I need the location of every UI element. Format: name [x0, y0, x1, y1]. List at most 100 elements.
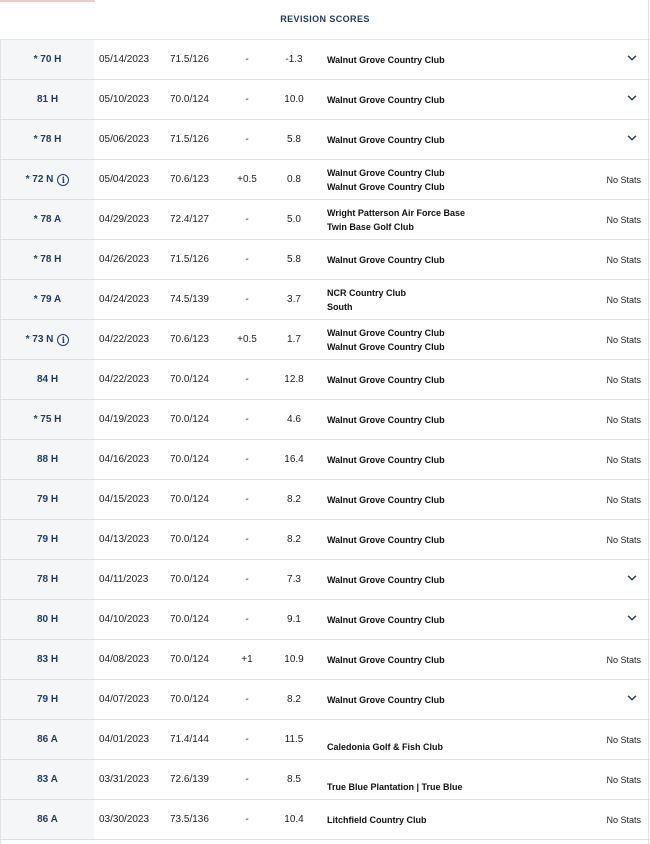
- score-cell[interactable]: 79 H: [1, 480, 94, 519]
- table-row[interactable]: * 70 H 05/14/2023 71.5/126 - -1.3 Walnut Grov…: [0, 40, 650, 80]
- score-cell[interactable]: 83 H: [1, 640, 94, 679]
- table-row[interactable]: 83 H 04/08/2023 70.0/124 +1 10.9 Walnut Grove…: [0, 640, 650, 680]
- table-row[interactable]: 86 A 04/01/2023 71.4/144 - 11.5 Caledonia Gol…: [0, 720, 650, 760]
- score-value[interactable]: * 78 A: [34, 214, 61, 225]
- table-row[interactable]: 79 H 04/15/2023 70.0/124 - 8.2 Walnut Grove C…: [0, 480, 650, 520]
- table-row[interactable]: * 78 A 04/29/2023 72.4/127 - 5.0 Wright Patte…: [0, 200, 650, 240]
- table-row[interactable]: * 72 Ni 05/04/2023 70.6/123 +0.5 0.8 Walnut G…: [0, 160, 650, 200]
- pcc-adjustment: -: [245, 734, 249, 745]
- score-differential: 8.2: [287, 494, 301, 505]
- course-name: Walnut Grove Country Club: [327, 40, 445, 79]
- course-rating-slope: 70.6/123: [170, 334, 209, 345]
- score-value[interactable]: 79 H: [37, 534, 58, 545]
- score-value[interactable]: * 70 H: [34, 54, 62, 65]
- stats-label: No Stats: [606, 294, 641, 305]
- stats-label: No Stats: [606, 254, 641, 265]
- pcc-adjustment: -: [245, 54, 249, 65]
- stats-label: No Stats: [606, 534, 641, 545]
- table-row[interactable]: * 78 H 05/06/2023 71.5/126 - 5.8 Walnut Grove…: [0, 120, 650, 160]
- course-name: Caledonia Golf & Fish Club: [327, 720, 443, 759]
- table-row[interactable]: 84 H 04/22/2023 70.0/124 - 12.8 Walnut Grove …: [0, 360, 650, 400]
- table-row[interactable]: 79 H 04/13/2023 70.0/124 - 8.2 Walnut Grove C…: [0, 520, 650, 560]
- info-circle-icon[interactable]: i: [57, 333, 70, 346]
- chevron-down-icon[interactable]: [627, 573, 637, 583]
- score-cell[interactable]: 86 A: [1, 800, 94, 839]
- stats-label: No Stats: [606, 374, 641, 385]
- score-value[interactable]: 83 A: [37, 774, 58, 785]
- score-value[interactable]: * 79 A: [34, 294, 61, 305]
- pcc-adjustment: -: [245, 214, 249, 225]
- stats-label: No Stats: [606, 454, 641, 465]
- score-value[interactable]: 83 H: [37, 654, 58, 665]
- table-row[interactable]: 78 H 04/11/2023 70.0/124 - 7.3 Walnut Grove C…: [0, 560, 650, 600]
- score-cell[interactable]: 84 H: [1, 360, 94, 399]
- table-row[interactable]: 86 A 03/30/2023 73.5/136 - 10.4 Litchfield Co…: [0, 800, 650, 840]
- chevron-down-icon[interactable]: [627, 53, 637, 63]
- score-value[interactable]: 79 H: [37, 494, 58, 505]
- score-cell[interactable]: 79 H: [1, 520, 94, 559]
- score-value[interactable]: * 72 N: [26, 174, 54, 185]
- score-value[interactable]: 81 H: [37, 94, 58, 105]
- score-cell[interactable]: * 72 Ni: [1, 160, 94, 199]
- course-name: NCR Country Club South: [327, 280, 406, 319]
- chevron-down-icon[interactable]: [627, 93, 637, 103]
- score-cell[interactable]: * 75 H: [1, 400, 94, 439]
- table-row[interactable]: * 73 Ni 04/22/2023 70.6/123 +0.5 1.7 Walnut G…: [0, 320, 650, 360]
- score-cell[interactable]: 83 A: [1, 760, 94, 799]
- course-line: Walnut Grove Country Club: [327, 414, 445, 425]
- table-row[interactable]: 81 H 05/10/2023 70.0/124 - 10.0 Walnut Grove …: [0, 80, 650, 120]
- stats-label: No Stats: [606, 734, 641, 745]
- score-cell[interactable]: 86 A: [1, 720, 94, 759]
- chevron-down-icon[interactable]: [627, 613, 637, 623]
- score-differential: 8.2: [287, 694, 301, 705]
- score-cell[interactable]: 80 H: [1, 600, 94, 639]
- score-cell[interactable]: 88 H: [1, 440, 94, 479]
- score-differential: 9.1: [287, 614, 301, 625]
- score-value[interactable]: 86 A: [37, 734, 58, 745]
- score-cell[interactable]: * 70 H: [1, 40, 94, 79]
- score-value[interactable]: 86 A: [37, 814, 58, 825]
- score-value[interactable]: * 78 H: [34, 134, 62, 145]
- table-row[interactable]: 88 H 04/16/2023 70.0/124 - 16.4 Walnut Grove …: [0, 440, 650, 480]
- score-cell[interactable]: * 79 A: [1, 280, 94, 319]
- pcc-adjustment: -: [245, 294, 249, 305]
- course-name: Walnut Grove Country Club: [327, 520, 445, 559]
- table-row[interactable]: * 78 H 04/26/2023 71.5/126 - 5.8 Walnut Grove…: [0, 240, 650, 280]
- score-value[interactable]: 78 H: [37, 574, 58, 585]
- table-row[interactable]: * 75 H 04/19/2023 70.0/124 - 4.6 Walnut Grove…: [0, 400, 650, 440]
- score-value[interactable]: 80 H: [37, 614, 58, 625]
- table-row[interactable]: 83 A 03/31/2023 72.6/139 - 8.5 True Blue Plan…: [0, 760, 650, 800]
- score-value[interactable]: 88 H: [37, 454, 58, 465]
- score-differential: 3.7: [287, 294, 301, 305]
- score-cell[interactable]: 79 H: [1, 680, 94, 719]
- score-value[interactable]: 79 H: [37, 694, 58, 705]
- stats-label: No Stats: [606, 414, 641, 425]
- score-cell[interactable]: 81 H: [1, 80, 94, 119]
- played-date: 04/22/2023: [99, 374, 150, 385]
- score-value[interactable]: * 78 H: [34, 254, 62, 265]
- score-differential: 5.8: [287, 254, 301, 265]
- tab-accent: [0, 0, 95, 2]
- score-value[interactable]: 84 H: [37, 374, 58, 385]
- score-cell[interactable]: * 78 A: [1, 200, 94, 239]
- chevron-down-icon[interactable]: [627, 693, 637, 703]
- score-cell[interactable]: 78 H: [1, 560, 94, 599]
- course-rating-slope: 71.5/126: [170, 134, 209, 145]
- course-rating-slope: 70.0/124: [170, 454, 209, 465]
- table-row[interactable]: * 79 A 04/24/2023 74.5/139 - 3.7 NCR Country …: [0, 280, 650, 320]
- score-differential: 0.8: [287, 174, 301, 185]
- chevron-down-icon[interactable]: [627, 133, 637, 143]
- score-value[interactable]: * 75 H: [34, 414, 62, 425]
- table-row[interactable]: 79 H 04/07/2023 70.0/124 - 8.2 Walnut Grove C…: [0, 680, 650, 720]
- score-cell[interactable]: * 73 Ni: [1, 320, 94, 359]
- info-circle-icon[interactable]: i: [57, 173, 70, 186]
- score-cell[interactable]: * 78 H: [1, 120, 94, 159]
- course-line: South: [327, 301, 353, 312]
- course-rating-slope: 70.6/123: [170, 174, 209, 185]
- course-name: Walnut Grove Country Club Walnut Grove Co…: [327, 160, 445, 199]
- course-rating-slope: 73.5/136: [170, 814, 209, 825]
- score-cell[interactable]: * 78 H: [1, 240, 94, 279]
- pcc-adjustment: -: [245, 574, 249, 585]
- table-row[interactable]: 80 H 04/10/2023 70.0/124 - 9.1 Walnut Grove C…: [0, 600, 650, 640]
- score-value[interactable]: * 73 N: [26, 334, 54, 345]
